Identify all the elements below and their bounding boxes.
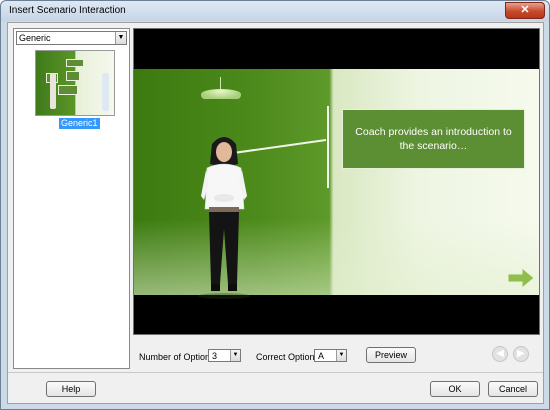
scene-floor <box>134 219 539 295</box>
preview-button[interactable]: Preview <box>366 347 416 363</box>
correct-option-value: A <box>318 351 325 361</box>
thumbnail-callout-shape <box>66 71 80 81</box>
cancel-button[interactable]: Cancel <box>488 381 538 397</box>
thumbnail-person <box>50 73 56 109</box>
scenario-thumbnail[interactable] <box>35 50 115 116</box>
close-button[interactable]: ✕ <box>505 2 545 19</box>
scenario-list-panel: Generic ▼ Generic1 <box>13 28 130 369</box>
ok-button[interactable]: OK <box>430 381 480 397</box>
chevron-down-icon[interactable]: ▼ <box>115 32 126 44</box>
thumbnail-callout-shape <box>66 59 84 67</box>
thumbnail-person <box>102 73 109 111</box>
scenario-callout: Coach provides an introduction to the sc… <box>342 109 525 169</box>
thumbnail-callout-shape <box>58 85 78 95</box>
thumbnail-caption[interactable]: Generic1 <box>59 118 100 129</box>
circle-back-arrow-icon[interactable]: ◀ <box>492 346 508 362</box>
number-of-options-value: 3 <box>212 351 218 361</box>
chevron-down-icon[interactable]: ▼ <box>336 350 346 361</box>
footer-separator <box>8 372 543 373</box>
help-button[interactable]: Help <box>46 381 96 397</box>
scenario-scene: Coach provides an introduction to the sc… <box>134 69 539 299</box>
chevron-down-icon[interactable]: ▼ <box>230 350 240 361</box>
category-select-value: Generic <box>19 33 51 43</box>
circle-forward-arrow-icon[interactable]: ▶ <box>513 346 529 362</box>
scenario-preview-stage: Coach provides an introduction to the sc… <box>133 28 540 335</box>
next-arrow-icon[interactable] <box>508 268 534 288</box>
dialog-window: Insert Scenario Interaction ✕ Generic ▼ … <box>0 0 550 410</box>
number-of-options-label: Number of Options <box>139 352 215 362</box>
ceiling-lamp <box>201 77 241 99</box>
correct-option-label: Correct Option <box>256 352 315 362</box>
number-of-options-select[interactable]: 3 ▼ <box>208 349 241 362</box>
correct-option-select[interactable]: A ▼ <box>314 349 347 362</box>
presenter-figure <box>198 137 250 299</box>
dialog-client-area: Generic ▼ Generic1 Coach provides an int… <box>7 22 544 404</box>
scene-panel-edge <box>327 106 329 188</box>
window-title: Insert Scenario Interaction <box>9 5 126 16</box>
category-select[interactable]: Generic ▼ <box>16 31 127 45</box>
title-bar[interactable]: Insert Scenario Interaction ✕ <box>1 1 549 21</box>
